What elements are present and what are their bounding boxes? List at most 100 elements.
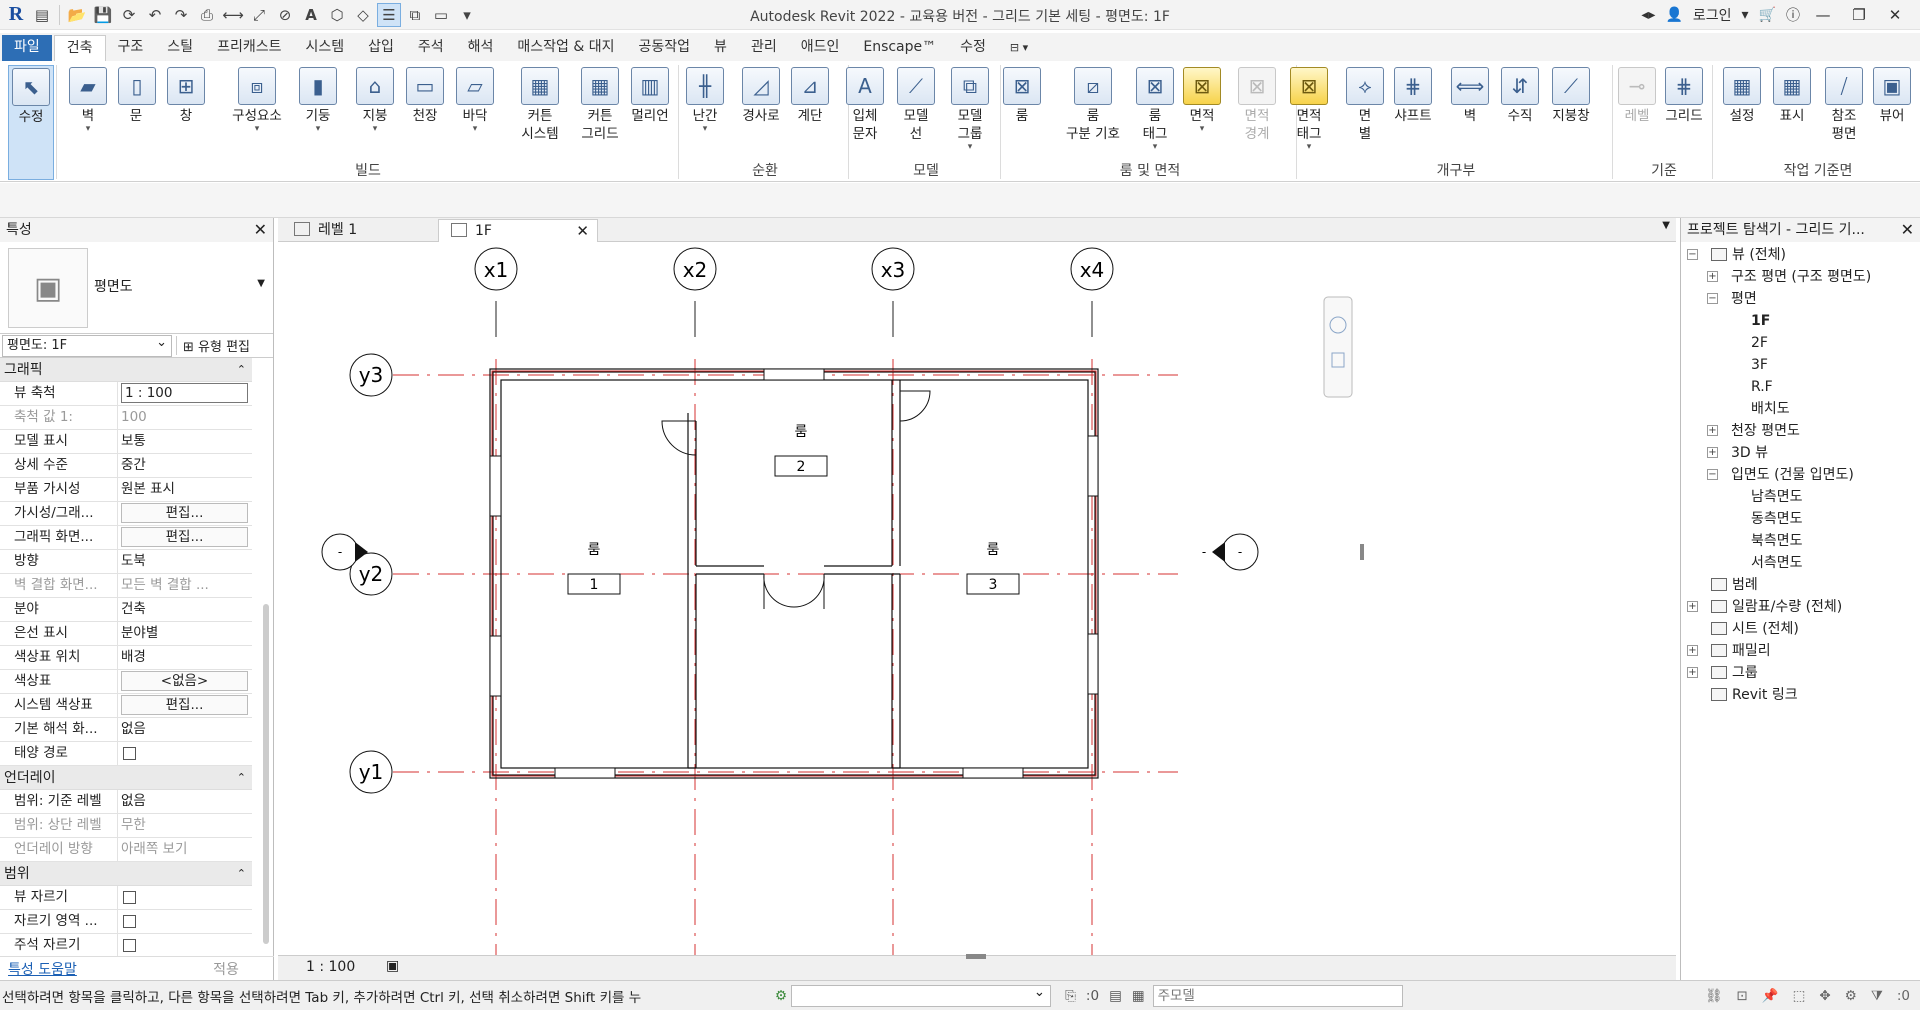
browser-node[interactable]: 범례 [1681,574,1920,596]
close-browser-icon[interactable]: ✕ [1901,218,1914,242]
ribbon-button-30[interactable]: ⋕ 그리드 [1660,65,1708,125]
expand-toggle-icon[interactable]: + [1687,667,1698,678]
ribbon-button-26[interactable]: ⟺ 벽 [1450,65,1490,125]
browser-node[interactable]: R.F [1681,376,1920,398]
property-value[interactable]: 분야별 [121,622,252,645]
switch-windows-icon[interactable]: ▭ [429,3,453,27]
ribbon-button-18[interactable]: ⊠ 룸 [1000,65,1044,125]
browser-node[interactable]: 동측면도 [1681,508,1920,530]
properties-scrollbar[interactable] [263,604,269,944]
browser-node[interactable]: +3D 뷰 [1681,442,1920,464]
apply-button[interactable]: 적용 [186,959,266,979]
browser-node[interactable]: 3F [1681,354,1920,376]
login-label[interactable]: 로그인 [1693,5,1732,25]
ribbon-button-22[interactable]: ⊠ 면적 경계 [1233,65,1281,143]
ribbon-button-15[interactable]: A 입체 문자 [843,65,887,143]
home-icon[interactable]: ▤ [30,3,54,27]
browser-node[interactable]: 북측면도 [1681,530,1920,552]
restore-button[interactable]: ❐ [1846,6,1872,24]
property-value[interactable]: 중간 [121,454,252,477]
browser-node[interactable]: 남측면도 [1681,486,1920,508]
type-dropdown-icon[interactable]: ▼ [257,278,265,289]
select-by-face-icon[interactable]: ⬚ [1793,988,1806,1004]
collapse-chevron-icon[interactable]: ⌃ [237,766,246,790]
customize-qat-icon[interactable]: ▾ [455,3,479,27]
property-checkbox[interactable] [123,915,136,928]
ribbon-button-21[interactable]: ⊠ 면적 ▾ [1180,65,1224,134]
view-scale[interactable]: 1 : 100 [306,959,355,975]
properties-help-link[interactable]: 특성 도움말 [8,959,77,979]
expand-toggle-icon[interactable]: + [1707,447,1718,458]
property-section[interactable]: 범위 ⌃ [0,862,252,886]
property-edit-button[interactable]: 편집... [121,503,248,523]
ribbon-button-24[interactable]: ⟡ 면 별 [1345,65,1385,143]
ribbon-panel-label[interactable]: 모델 [852,160,1000,180]
minimize-button[interactable]: — [1810,6,1836,24]
drawing-canvas[interactable]: x1 x2 x3 x4 y3 y2 y1 룸 1 룸 2 룸 3 - - - [278,243,1676,955]
tab-view[interactable]: 뷰 [702,35,739,61]
close-window-button[interactable]: ✕ [1882,6,1908,24]
tab-analyze[interactable]: 해석 [456,35,506,61]
ribbon-button-23[interactable]: ⊠ 면적 태그 ▾ [1285,65,1333,152]
filter-icon[interactable]: ⧩ [1871,988,1883,1004]
tab-architecture[interactable]: 건축 [53,35,106,61]
ribbon-button-1[interactable]: ▰ 벽 ▾ [68,65,108,134]
ribbon-panel-label[interactable]: 룸 및 면적 [1004,160,1296,180]
editing-requests-icon[interactable]: ⎘ [1065,988,1076,1004]
edit-type-button[interactable]: ⊞ 유형 편집 [176,336,250,355]
property-checkbox[interactable] [123,939,136,952]
browser-node[interactable]: 배치도 [1681,398,1920,420]
3d-view-icon[interactable]: ⬡ [325,3,349,27]
revit-logo-icon[interactable]: R [4,3,28,27]
property-value[interactable]: 없음 [121,718,252,741]
aligned-dimension-icon[interactable]: ⤢ [247,3,271,27]
ribbon-button-10[interactable]: ▦ 커튼 그리드 [573,65,627,143]
sync-icon[interactable]: ⟳ [117,3,141,27]
section-icon[interactable]: ◇ [351,3,375,27]
ribbon-panel-label[interactable]: 작업 기준면 [1716,160,1920,180]
ribbon-button-14[interactable]: ⊿ 계단 [788,65,832,125]
undo-icon[interactable]: ↶ [143,3,167,27]
browser-node[interactable]: − 뷰 (전체) [1681,244,1920,266]
text-icon[interactable]: A [299,3,323,27]
tab-massing[interactable]: 매스작업 & 대지 [505,35,626,61]
ribbon-panel-label[interactable]: 순환 [682,160,848,180]
property-section[interactable]: 그래픽 ⌃ [0,358,252,382]
drag-elements-icon[interactable]: ✥ [1819,988,1830,1004]
tab-steel[interactable]: 스틸 [155,35,205,61]
redo-icon[interactable]: ↷ [169,3,193,27]
ribbon-button-11[interactable]: ▥ 멀리언 [623,65,677,125]
ribbon-button-8[interactable]: ▱ 바닥 ▾ [453,65,497,134]
ribbon-panel-label[interactable]: 기준 [1616,160,1712,180]
worksets-icon[interactable]: ⚙ [775,988,787,1004]
browser-node[interactable]: + 일람표/수량 (전체) [1681,596,1920,618]
tab-file[interactable]: 파일 [2,35,52,61]
ribbon-button-12[interactable]: ╫ 난간 ▾ [683,65,727,134]
property-value[interactable]: 건축 [121,598,252,621]
select-underlay-icon[interactable]: ⊡ [1737,988,1748,1004]
tab-enscape[interactable]: Enscape™ [851,35,948,61]
ribbon-button-29[interactable]: ⊸ 레벨 [1615,65,1659,125]
ribbon-button-34[interactable]: ▣ 뷰어 [1870,65,1914,125]
cart-icon[interactable]: 🛒 [1759,7,1776,23]
browser-node[interactable]: + 천장 평면도 [1681,420,1920,442]
dropdown-arrow-icon[interactable]: ▾ [353,125,397,134]
browser-node[interactable]: − 입면도 (건물 입면도) [1681,464,1920,486]
expand-toggle-icon[interactable]: + [1707,271,1718,282]
view-tab-level1[interactable]: 레벨 1 [282,219,408,242]
ribbon-button-27[interactable]: ⇵ 수직 [1500,65,1540,125]
property-checkbox[interactable] [123,891,136,904]
close-properties-icon[interactable]: ✕ [254,218,267,242]
browser-node[interactable]: + 패밀리 [1681,640,1920,662]
property-value[interactable]: 도북 [121,550,252,573]
design-option-icon[interactable]: ▦ [1132,988,1145,1004]
help-icon[interactable]: ⓘ [1786,5,1800,25]
property-checkbox[interactable] [123,747,136,760]
select-links-icon[interactable]: ⛓ [1705,988,1722,1004]
ribbon-button-2[interactable]: ▯ 문 [118,65,156,125]
expand-toggle-icon[interactable]: + [1707,425,1718,436]
type-selector[interactable]: ▣ 평면도 ▼ [0,242,273,334]
select-pinned-icon[interactable]: 📌 [1762,988,1779,1004]
ribbon-button-16[interactable]: ⟋ 모델 선 [895,65,937,143]
background-process-icon[interactable]: ⚙ [1845,988,1857,1004]
